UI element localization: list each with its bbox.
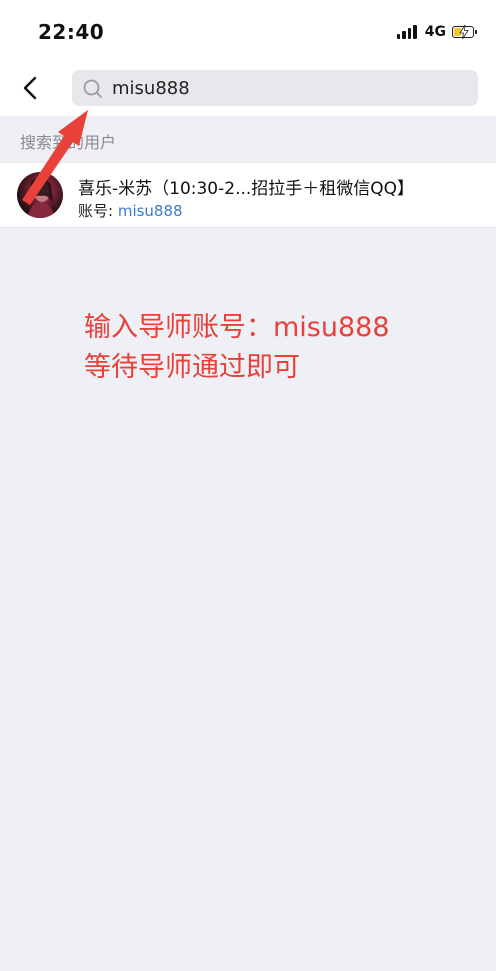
- section-title: 搜索到的用户: [20, 133, 117, 152]
- account-label: 账号:: [78, 202, 118, 220]
- search-icon: [83, 79, 102, 98]
- status-indicators: 4G: [396, 21, 477, 43]
- avatar-image: [27, 177, 55, 218]
- battery-icon: [452, 25, 477, 39]
- instruction-line-1: 输入导师账号：misu888: [84, 312, 390, 343]
- results-section-header: 搜索到的用户: [0, 116, 496, 162]
- chevron-left-icon: [23, 76, 37, 100]
- account-value: misu888: [117, 202, 183, 220]
- nav-bar: [0, 60, 496, 116]
- list-item[interactable]: 喜乐-米苏（10:30-2...招拉手＋租微信QQ】 账号: misu888: [0, 162, 496, 228]
- instruction-annotation: 输入导师账号：misu888 等待导师通过即可: [84, 308, 390, 388]
- search-input[interactable]: [112, 70, 462, 106]
- user-account: 账号: misu888: [78, 200, 183, 221]
- user-name: 喜乐-米苏（10:30-2...招拉手＋租微信QQ】: [78, 179, 415, 199]
- status-bar: 22:40 4G: [0, 0, 496, 60]
- network-type: 4G: [424, 24, 446, 40]
- status-time: 22:40: [38, 20, 105, 44]
- avatar: [17, 172, 63, 218]
- instruction-line-2: 等待导师通过即可: [84, 352, 300, 383]
- signal-icon: [396, 25, 417, 39]
- back-button[interactable]: [14, 73, 48, 103]
- search-box[interactable]: [72, 70, 478, 106]
- charging-bolt-icon: [459, 25, 469, 39]
